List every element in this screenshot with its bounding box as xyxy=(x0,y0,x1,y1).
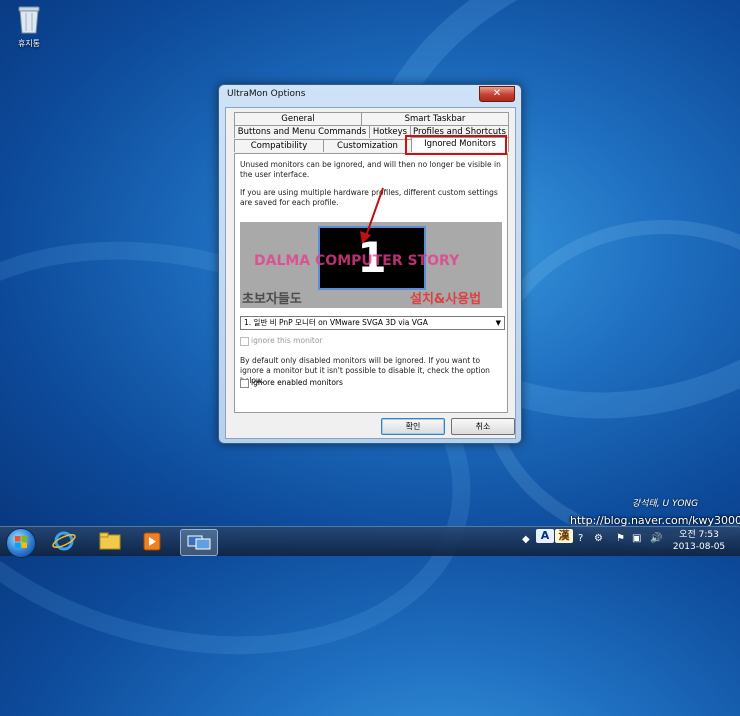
description-unused: Unused monitors can be ignored, and will… xyxy=(240,160,501,179)
ignore-this-monitor-label: ignore this monitor xyxy=(251,336,323,345)
taskbar-ie[interactable] xyxy=(46,529,82,554)
recycle-bin-label: 휴지통 xyxy=(17,39,41,48)
cancel-button[interactable]: 취소 xyxy=(451,418,515,435)
taskbar-media-player[interactable] xyxy=(134,529,170,554)
clock-time: 오전 7:53 xyxy=(679,530,719,540)
monitor-layout-area: 1 DALMA COMPUTER STORY 초보자들도 설치&사용법 xyxy=(240,222,502,308)
highlight-box xyxy=(405,135,507,155)
checkbox-box xyxy=(240,378,249,388)
internet-explorer-icon xyxy=(52,531,76,551)
author-watermark: 강석태, U YONG xyxy=(632,499,699,509)
watermark-korean-right: 설치&사용법 xyxy=(410,292,482,307)
ignore-enabled-monitors-label: ignore enabled monitors xyxy=(251,378,343,387)
tab-general[interactable]: General xyxy=(234,112,362,125)
language-bar-icon[interactable]: ◆ xyxy=(522,534,530,545)
monitor-select[interactable]: 1. 일반 비 PnP 모니터 on VMware SVGA 3D via VG… xyxy=(240,316,505,330)
tab-smart-taskbar[interactable]: Smart Taskbar xyxy=(361,112,509,125)
ultramon-icon xyxy=(187,535,211,550)
help-icon[interactable]: ? xyxy=(578,533,583,544)
start-button[interactable] xyxy=(6,528,36,558)
dialog-client: General Smart Taskbar Buttons and Menu C… xyxy=(225,107,516,439)
monitor-select-value: 1. 일반 비 PnP 모니터 on VMware SVGA 3D via VG… xyxy=(244,318,428,327)
tab-customization[interactable]: Customization xyxy=(323,139,412,152)
tab-buttons-menu-commands[interactable]: Buttons and Menu Commands xyxy=(234,125,370,138)
clock-date: 2013-08-05 xyxy=(672,542,726,552)
description-profiles: If you are using multiple hardware profi… xyxy=(240,188,498,207)
recycle-bin-icon xyxy=(18,6,40,34)
watermark-dalma: DALMA COMPUTER STORY xyxy=(254,253,460,269)
checkbox-box xyxy=(240,336,249,346)
taskbar-explorer[interactable] xyxy=(92,529,128,554)
close-button[interactable]: ✕ xyxy=(479,86,515,102)
ignored-monitors-panel: Unused monitors can be ignored, and will… xyxy=(234,153,508,413)
title-bar[interactable]: UltraMon Options ✕ xyxy=(219,85,521,105)
volume-icon[interactable]: 🔊 xyxy=(650,533,662,544)
taskbar-ultramon[interactable] xyxy=(180,529,218,556)
flag-icon[interactable]: ⚑ xyxy=(616,533,625,544)
media-player-icon xyxy=(143,532,161,551)
ime-hanja-indicator[interactable]: 漢 xyxy=(555,529,573,543)
ignore-enabled-monitors-checkbox[interactable]: ignore enabled monitors xyxy=(240,378,343,388)
network-icon[interactable]: ▣ xyxy=(632,533,641,544)
taskbar xyxy=(0,526,740,558)
folder-icon xyxy=(99,532,121,550)
recycle-bin-shortcut[interactable]: 휴지통 xyxy=(8,4,50,49)
settings-gear-icon[interactable]: ⚙ xyxy=(594,533,603,544)
ime-indicator[interactable]: A xyxy=(536,529,554,543)
ok-button[interactable]: 확인 xyxy=(381,418,445,435)
windows-logo-icon xyxy=(15,536,27,548)
window-title: UltraMon Options xyxy=(227,89,306,99)
watermark-korean-left: 초보자들도 xyxy=(242,292,302,307)
ignore-this-monitor-checkbox[interactable]: ignore this monitor xyxy=(240,336,323,346)
tab-compatibility[interactable]: Compatibility xyxy=(234,139,324,152)
chevron-down-icon: ▼ xyxy=(495,319,501,327)
system-clock[interactable]: 오전 7:53 2013-08-05 xyxy=(668,529,730,553)
